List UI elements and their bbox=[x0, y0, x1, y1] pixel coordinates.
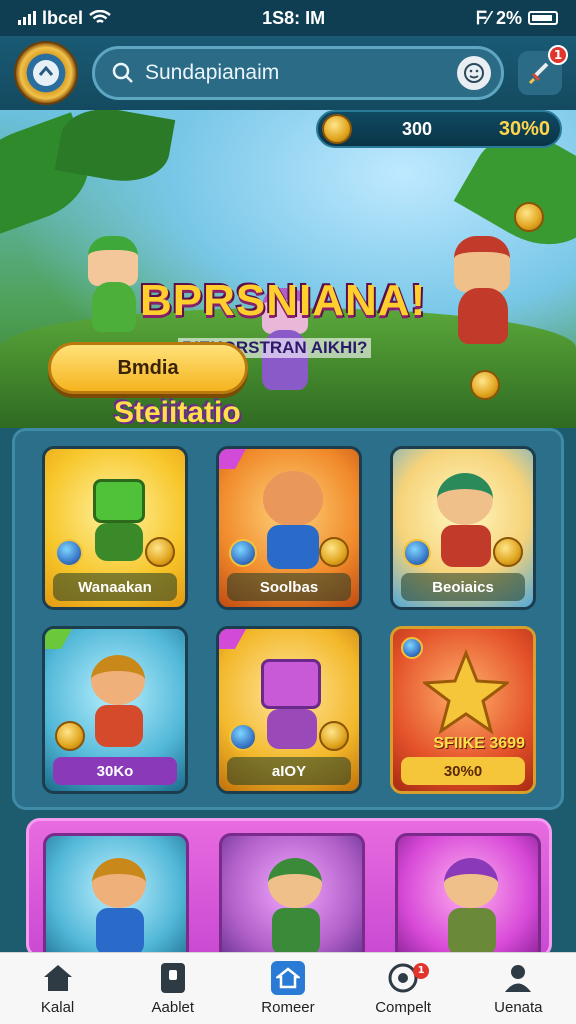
coin-balance: 300 bbox=[402, 118, 433, 139]
status-right: ᖴ⁄ 2% bbox=[476, 8, 558, 29]
goblin-character-body bbox=[272, 908, 320, 955]
wifi-icon bbox=[89, 10, 111, 24]
nav-label: Aablet bbox=[151, 999, 195, 1016]
card-wanaakan[interactable]: Wanaakan bbox=[42, 446, 188, 610]
search-icon bbox=[112, 62, 133, 83]
coin-icon bbox=[322, 114, 352, 144]
elf-character-body bbox=[448, 908, 496, 955]
floating-coin-icon bbox=[470, 370, 500, 400]
currency-bar[interactable]: 300 30%0 bbox=[316, 110, 562, 148]
carrier-label: lbcel bbox=[42, 7, 84, 28]
card-label: Beoiaics bbox=[401, 573, 525, 601]
elf-character bbox=[444, 858, 498, 908]
gem-icon bbox=[229, 539, 257, 567]
profile-face-icon[interactable] bbox=[457, 56, 491, 90]
home-icon bbox=[41, 961, 75, 995]
coin-icon bbox=[55, 721, 85, 751]
bonus-percent: 30%0 bbox=[498, 117, 550, 140]
status-time: 1S8: IM bbox=[262, 7, 326, 28]
nav-item-aablet[interactable]: Aablet bbox=[123, 953, 223, 1024]
purple-robot-character bbox=[261, 659, 321, 709]
hero-cta-button[interactable]: Bmdia bbox=[48, 342, 248, 394]
elf-character bbox=[437, 473, 493, 525]
battery-icon bbox=[528, 11, 558, 25]
status-bar: lbcel 1S8: IM ᖴ⁄ 2% bbox=[0, 0, 576, 36]
nav-label: Uenata bbox=[494, 999, 543, 1016]
hero-character-right bbox=[454, 236, 510, 292]
nav-label: Romeer bbox=[261, 999, 315, 1016]
nav-label: Kalal bbox=[40, 999, 75, 1016]
search-input[interactable] bbox=[145, 61, 447, 85]
fox-character-body bbox=[267, 525, 319, 569]
card-30ko[interactable]: 30Ko bbox=[42, 626, 188, 794]
coin-icon bbox=[493, 537, 523, 567]
robot-character-body bbox=[95, 523, 143, 561]
adventurer-character bbox=[91, 655, 145, 705]
card-label: Wanaakan bbox=[53, 573, 177, 601]
tablet-icon bbox=[156, 961, 190, 995]
hero-character-right-body bbox=[458, 288, 508, 344]
user-icon bbox=[501, 961, 535, 995]
gem-icon bbox=[229, 723, 257, 751]
nav-item-romeer[interactable]: Romeer bbox=[238, 953, 338, 1024]
nav-item-uenata[interactable]: Uenata bbox=[468, 953, 568, 1024]
card-label: aIOY bbox=[227, 757, 351, 785]
hero-tagline: Steiitatio bbox=[114, 396, 241, 428]
elf-character-body bbox=[441, 525, 491, 567]
gem-icon bbox=[55, 539, 83, 567]
featured-panel bbox=[26, 818, 552, 958]
purple-robot-character-body bbox=[267, 709, 317, 749]
status-extra: ᖴ⁄ bbox=[476, 7, 490, 28]
nav-item-compelt[interactable]: 1 Compelt bbox=[353, 953, 453, 1024]
card-label: 30Ko bbox=[53, 757, 177, 785]
back-arrow-icon bbox=[33, 60, 59, 86]
card-label: Soolbas bbox=[227, 573, 351, 601]
nav-badge: 1 bbox=[413, 962, 430, 979]
featured-card[interactable] bbox=[43, 833, 189, 955]
sword-icon bbox=[528, 62, 549, 85]
bottom-navigation: Kalal Aablet Romeer 1 Compelt Uenata bbox=[0, 952, 576, 1024]
gem-icon bbox=[401, 637, 423, 659]
card-aioy[interactable]: aIOY bbox=[216, 626, 362, 794]
app-header: 1 bbox=[0, 36, 576, 110]
status-left: lbcel bbox=[18, 8, 111, 29]
notification-badge: 1 bbox=[548, 45, 568, 65]
search-bar[interactable] bbox=[92, 46, 504, 100]
adventurer-character bbox=[92, 858, 146, 908]
goblin-character bbox=[268, 858, 322, 908]
nav-label: Compelt bbox=[375, 999, 432, 1016]
coin-icon bbox=[319, 721, 349, 751]
card-soolbas[interactable]: Soolbas bbox=[216, 446, 362, 610]
adventurer-character-body bbox=[96, 908, 144, 955]
hero-character-left bbox=[88, 236, 138, 286]
star-emblem-icon bbox=[423, 649, 509, 735]
card-strike[interactable]: SFIIKE 3699 30%0 bbox=[390, 626, 536, 794]
hero-title: BPRSNIANA! bbox=[140, 276, 427, 325]
signal-icon bbox=[18, 11, 36, 25]
featured-card[interactable] bbox=[219, 833, 365, 955]
gem-icon bbox=[403, 539, 431, 567]
featured-card[interactable] bbox=[395, 833, 541, 955]
shop-house-icon bbox=[270, 961, 305, 995]
hero-character-left-body bbox=[92, 282, 136, 332]
nav-item-kalal[interactable]: Kalal bbox=[8, 953, 108, 1024]
card-beoiaics[interactable]: Beoiaics bbox=[390, 446, 536, 610]
app-logo-button[interactable] bbox=[14, 41, 78, 105]
card-title: SFIIKE 3699 bbox=[433, 735, 525, 752]
coin-icon bbox=[145, 537, 175, 567]
card-label: 30%0 bbox=[401, 757, 525, 785]
adventurer-character-body bbox=[95, 705, 143, 747]
battery-percent: 2% bbox=[495, 7, 522, 28]
robot-character bbox=[93, 479, 145, 523]
fox-character bbox=[263, 471, 323, 527]
coin-icon bbox=[319, 537, 349, 567]
notification-button[interactable]: 1 bbox=[518, 45, 568, 95]
floating-coin-icon bbox=[514, 202, 544, 232]
